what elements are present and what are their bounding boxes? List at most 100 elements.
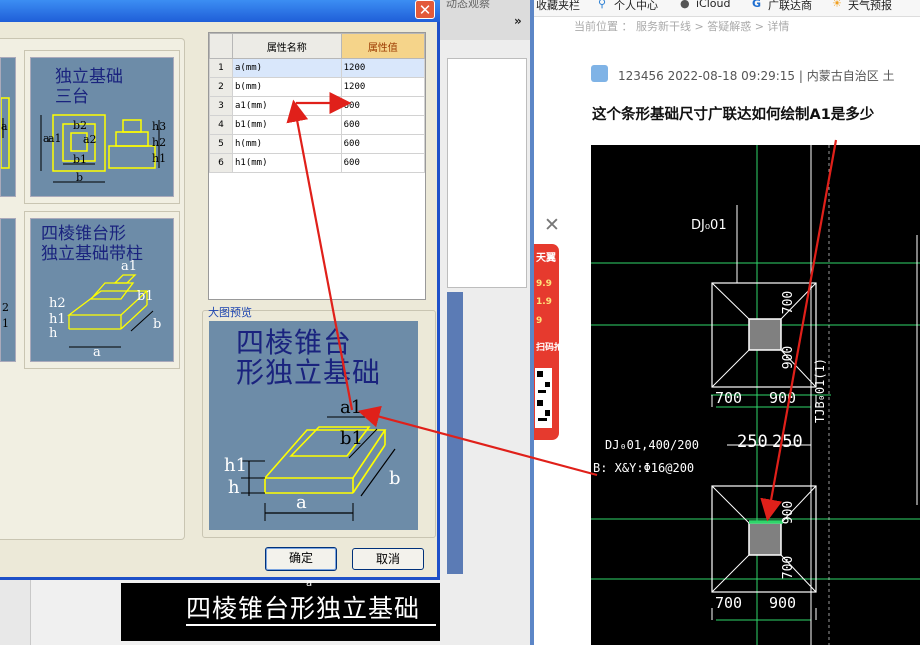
bookmark-item[interactable]: 广联达商 <box>768 0 812 13</box>
preview-label-a1: a1 <box>340 397 363 418</box>
row-index: 6 <box>209 153 233 173</box>
preview-label: 大图预览 <box>208 306 252 319</box>
cad-dim: 900 <box>769 594 797 612</box>
thumbnail-frustum-with-column[interactable]: 四棱锥台形 独立基础带柱 a1 b1 h2 h1 h b a <box>30 218 174 362</box>
property-value[interactable]: 1200 <box>340 58 426 78</box>
cad-label-rebar: B: X&Y:Φ16@200 <box>593 461 695 475</box>
ad-text: 1.9 <box>536 297 552 307</box>
dim-label-a1: a1 <box>121 259 138 274</box>
preview-label-h1: h1 <box>224 455 248 476</box>
dim-label-b2: b2 <box>73 119 88 132</box>
bookmark-item[interactable]: 天气预报 <box>848 0 892 13</box>
bookmark-item[interactable]: iCloud <box>696 0 730 10</box>
cad-title-underline <box>186 624 436 626</box>
table-row[interactable]: 1 a(mm) 1200 <box>209 58 426 78</box>
ad-text: 9 <box>536 316 543 326</box>
person-icon: ⚲ <box>598 0 607 10</box>
preview-label-b1: b1 <box>340 428 363 449</box>
dim-label-a: a <box>93 345 101 360</box>
property-name: b1(mm) <box>232 115 342 135</box>
dim-label-h2: h2 <box>152 136 167 149</box>
breadcrumb: 当前位置 ： 服务新干线 > 答疑解惑 > 详情 <box>574 20 790 33</box>
post-title: 这个条形基础尺寸广联达如何绘制A1是多少 <box>592 107 875 123</box>
dim-label-h2: h2 <box>49 296 66 311</box>
cad-dim: 700 <box>715 594 743 612</box>
row-index: 4 <box>209 115 233 135</box>
edge-label: 1 <box>2 317 9 330</box>
foundation-plan-drawing <box>591 145 920 645</box>
thumbnail-partial-2[interactable]: 2 1 <box>0 218 16 362</box>
cad-dim: 700 <box>781 555 797 580</box>
edge-label: 2 <box>2 301 9 314</box>
cad-dim: 700 <box>781 290 797 315</box>
table-row[interactable]: 3 a1(mm) 600 <box>209 96 426 116</box>
weather-icon: ☀ <box>832 0 842 10</box>
column-header-name: 属性名称 <box>232 33 342 59</box>
row-index: 2 <box>209 77 233 97</box>
ad-text: 9.9 <box>536 279 552 289</box>
cad-label-dj01-detail: DJ₀01,400/200 <box>605 438 699 452</box>
property-name: h1(mm) <box>232 153 342 173</box>
close-icon[interactable]: ✕ <box>415 0 435 19</box>
dim-label-h: h <box>49 326 58 341</box>
property-table: 属性名称 属性值 1 a(mm) 1200 2 b(mm) 1200 3 a1(… <box>208 32 426 300</box>
property-value[interactable]: 600 <box>340 134 426 154</box>
cad-label-dj01: DJ₀01 <box>691 218 727 233</box>
cad-dim: 900 <box>769 389 797 407</box>
cad-dim: 900 <box>781 345 797 370</box>
bookmark-item[interactable]: 个人中心 <box>614 0 658 13</box>
row-index: 3 <box>209 96 233 116</box>
close-ad-icon[interactable]: ✕ <box>544 214 560 236</box>
bookmark-item[interactable]: 收藏夹栏 <box>536 0 580 13</box>
row-index: 5 <box>209 134 233 154</box>
row-index: 1 <box>209 58 233 78</box>
property-name: a1(mm) <box>232 96 342 116</box>
side-pane-bar <box>447 292 463 574</box>
tab-label[interactable]: 动态观察 <box>446 0 490 11</box>
dim-label-h3: h3 <box>152 120 167 133</box>
user-avatar-icon <box>591 65 608 82</box>
column-header-value: 属性值 <box>340 33 426 59</box>
cad-label-tjb: TJB₀01(1) <box>813 357 827 423</box>
property-value[interactable]: 600 <box>340 96 426 116</box>
column-header-index <box>209 33 233 59</box>
preview-label-h: h <box>228 477 240 498</box>
table-row[interactable]: 4 b1(mm) 600 <box>209 115 426 135</box>
ok-button[interactable]: 确定 <box>265 547 337 571</box>
preview-title-line2: 形独立基础 <box>236 356 382 389</box>
ad-text: 扫码抢 <box>536 343 564 353</box>
preview-title: 四棱锥台 形独立基础 <box>236 328 381 388</box>
cancel-button[interactable]: 取消 <box>352 548 424 570</box>
dialog-titlebar[interactable] <box>0 0 440 22</box>
g-icon: G <box>752 0 762 10</box>
cad-dim: 700 <box>715 389 743 407</box>
ad-text: 天翼 <box>536 253 556 264</box>
property-value[interactable]: 600 <box>340 153 426 173</box>
post-meta: 123456 2022-08-18 09:29:15 | 内蒙古自治区 土 <box>618 69 895 83</box>
property-value[interactable]: 1200 <box>340 77 426 97</box>
dim-label-b1: b1 <box>73 153 88 166</box>
dim-label-b: b <box>76 171 84 184</box>
preview-title-line1: 四棱锥台 <box>236 326 353 359</box>
table-row[interactable]: 6 h1(mm) 600 <box>209 153 426 173</box>
dim-label-b1: b1 <box>137 289 154 304</box>
cad-dim: 900 <box>781 500 797 525</box>
table-header-row: 属性名称 属性值 <box>209 33 426 59</box>
edge-label: a <box>1 120 8 133</box>
apple-icon: ● <box>680 0 690 10</box>
tab-overflow-button[interactable]: » <box>514 14 522 28</box>
thumbnail-three-step-foundation[interactable]: 独立基础 三台 a a1 b2 a2 b1 b h3 h2 h1 <box>30 57 174 197</box>
property-value[interactable]: 600 <box>340 115 426 135</box>
dim-label-h1: h1 <box>49 312 66 327</box>
cad-dim: 250 <box>737 432 768 452</box>
cad-component-title: 四棱锥台形独立基础 <box>186 594 421 623</box>
dim-label-b: b <box>153 317 162 332</box>
property-name: a(mm) <box>232 58 342 78</box>
property-name: b(mm) <box>232 77 342 97</box>
dim-label-a2: a2 <box>83 133 97 146</box>
table-row[interactable]: 5 h(mm) 600 <box>209 134 426 154</box>
preview-label-a: a <box>296 492 307 513</box>
table-row[interactable]: 2 b(mm) 1200 <box>209 77 426 97</box>
dim-label-h1: h1 <box>152 152 167 165</box>
cad-drawing-image: DJ₀01 700 900 700 900 250 250 TJB₀01(1) … <box>591 145 920 645</box>
